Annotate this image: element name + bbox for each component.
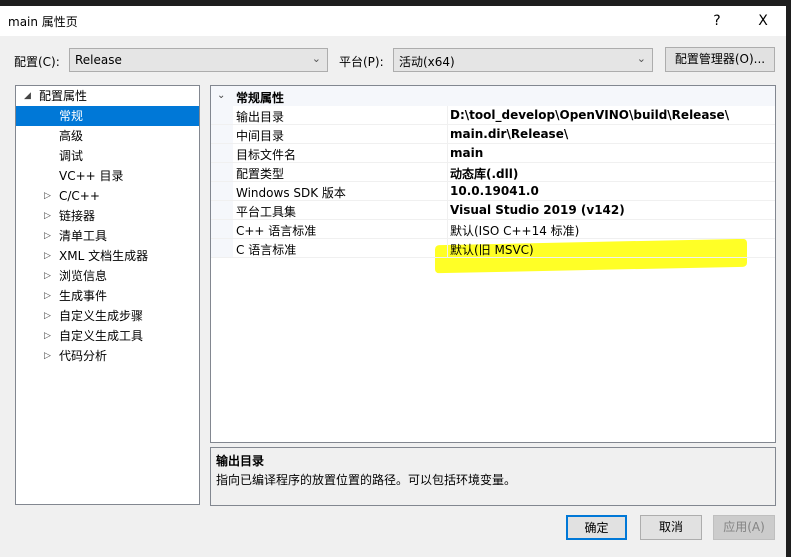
platform-value: 活动(x64): [399, 55, 455, 69]
property-row[interactable]: 配置类型 动态库(.dll): [211, 163, 775, 182]
property-name: Windows SDK 版本: [236, 186, 346, 200]
tree-item-label: 调试: [59, 149, 84, 163]
property-value[interactable]: 默认(ISO C++14 标准): [450, 222, 579, 239]
expand-arrow-icon[interactable]: ▷: [44, 226, 51, 246]
tree-item-label: 清单工具: [59, 229, 108, 243]
tree-item[interactable]: ▷ 链接器: [16, 206, 199, 226]
expand-arrow-icon[interactable]: ▷: [44, 266, 51, 286]
property-grid[interactable]: ⌄ 常规属性 输出目录 D:\tool_develop\OpenVINO\buil…: [210, 85, 776, 443]
expand-arrow-icon[interactable]: ▷: [44, 306, 51, 326]
expanded-arrow-icon[interactable]: ◢: [24, 86, 31, 106]
chevron-down-icon: ⌄: [636, 52, 646, 65]
column-divider: [447, 182, 448, 201]
tree-item[interactable]: ◢ 配置属性: [16, 86, 199, 106]
tree-item-label: 自定义生成工具: [59, 329, 144, 343]
cancel-button[interactable]: 取消: [640, 515, 702, 540]
tree-item[interactable]: ▷ 自定义生成工具: [16, 326, 199, 346]
tree-item[interactable]: ▷ XML 文档生成器: [16, 246, 199, 266]
tree-item[interactable]: 调试: [16, 146, 199, 166]
column-divider: [447, 125, 448, 144]
tree-item-label: 浏览信息: [59, 269, 108, 283]
property-name: C++ 语言标准: [236, 224, 317, 238]
tree-item-label: 自定义生成步骤: [59, 309, 144, 323]
description-title: 输出目录: [216, 454, 265, 468]
tree-item[interactable]: ▷ 浏览信息: [16, 266, 199, 286]
tree-item-label: 链接器: [59, 209, 96, 223]
tree-item[interactable]: VC++ 目录: [16, 166, 199, 186]
tree-item[interactable]: ▷ 清单工具: [16, 226, 199, 246]
property-value[interactable]: 动态库(.dll): [450, 165, 518, 182]
property-name: 目标文件名: [236, 148, 297, 162]
tree-item-label: 常规: [59, 109, 84, 123]
column-divider: [447, 163, 448, 182]
config-dropdown[interactable]: Release ⌄: [69, 48, 328, 72]
property-row[interactable]: C 语言标准 默认(旧 MSVC): [211, 239, 775, 258]
config-value: Release: [75, 53, 122, 67]
column-divider: [447, 220, 448, 239]
config-manager-button[interactable]: 配置管理器(O)...: [665, 47, 775, 72]
property-name: C 语言标准: [236, 243, 297, 257]
expand-arrow-icon[interactable]: ▷: [44, 206, 51, 226]
tree-item-label: 配置属性: [39, 89, 88, 103]
property-row[interactable]: 输出目录 D:\tool_develop\OpenVINO\build\Relea…: [211, 106, 775, 125]
chevron-down-icon: ⌄: [217, 90, 226, 101]
window-title: main 属性页: [8, 15, 78, 29]
ok-button[interactable]: 确定: [566, 515, 627, 540]
help-button[interactable]: ?: [702, 10, 732, 32]
tree-item[interactable]: 高级: [16, 126, 199, 146]
tree-item[interactable]: ▷ 代码分析: [16, 346, 199, 366]
tree-item-label: 高级: [59, 129, 84, 143]
tree-item-label: 代码分析: [59, 349, 108, 363]
section-title: 常规属性: [236, 91, 285, 105]
column-divider: [447, 144, 448, 163]
description-text: 指向已编译程序的放置位置的路径。可以包括环境变量。: [216, 473, 517, 487]
property-row[interactable]: 中间目录 main.dir\Release\: [211, 125, 775, 144]
description-panel: 输出目录 指向已编译程序的放置位置的路径。可以包括环境变量。: [210, 447, 776, 506]
property-value[interactable]: main: [450, 146, 483, 160]
property-row[interactable]: 平台工具集 Visual Studio 2019 (v142): [211, 201, 775, 220]
column-divider: [447, 239, 448, 258]
property-pages-window: main 属性页 ? X 配置(C): Release ⌄ 平台(P): 活动(…: [0, 6, 786, 557]
platform-label: 平台(P):: [339, 55, 384, 69]
tree-item-label: VC++ 目录: [59, 169, 124, 183]
property-value[interactable]: main.dir\Release\: [450, 127, 568, 141]
property-name: 配置类型: [236, 167, 285, 181]
property-row[interactable]: C++ 语言标准 默认(ISO C++14 标准): [211, 220, 775, 239]
property-value[interactable]: D:\tool_develop\OpenVINO\build\Release\: [450, 108, 729, 122]
tree-item[interactable]: ▷ 自定义生成步骤: [16, 306, 199, 326]
tree-item-label: XML 文档生成器: [59, 249, 149, 263]
column-divider: [447, 201, 448, 220]
expand-arrow-icon[interactable]: ▷: [44, 186, 51, 206]
property-name: 输出目录: [236, 110, 285, 124]
property-value[interactable]: 10.0.19041.0: [450, 184, 539, 198]
config-label: 配置(C):: [14, 55, 60, 69]
expand-arrow-icon[interactable]: ▷: [44, 326, 51, 346]
tree-item[interactable]: ▷ 生成事件: [16, 286, 199, 306]
property-name: 中间目录: [236, 129, 285, 143]
tree-item-label: 生成事件: [59, 289, 108, 303]
expand-arrow-icon[interactable]: ▷: [44, 246, 51, 266]
title-bar: main 属性页 ? X: [0, 6, 786, 36]
close-button[interactable]: X: [748, 10, 778, 32]
expand-arrow-icon[interactable]: ▷: [44, 346, 51, 366]
property-value[interactable]: Visual Studio 2019 (v142): [450, 203, 625, 217]
property-row[interactable]: 目标文件名 main: [211, 144, 775, 163]
property-row[interactable]: Windows SDK 版本 10.0.19041.0: [211, 182, 775, 201]
property-value[interactable]: 默认(旧 MSVC): [450, 241, 534, 258]
tree-item[interactable]: 常规: [16, 106, 199, 126]
tree-item[interactable]: ▷ C/C++: [16, 186, 199, 206]
property-tree[interactable]: ◢ 配置属性常规高级调试 VC++ 目录 ▷ C/C++ ▷ 链接器 ▷ 清单工具 ▷ XML 文档…: [15, 85, 200, 505]
section-header[interactable]: ⌄ 常规属性: [211, 86, 775, 106]
property-name: 平台工具集: [236, 205, 297, 219]
column-divider: [447, 106, 448, 125]
expand-arrow-icon[interactable]: ▷: [44, 286, 51, 306]
tree-item-label: C/C++: [59, 189, 100, 203]
apply-button[interactable]: 应用(A): [713, 515, 775, 540]
platform-dropdown[interactable]: 活动(x64) ⌄: [393, 48, 653, 72]
chevron-down-icon: ⌄: [311, 52, 321, 65]
